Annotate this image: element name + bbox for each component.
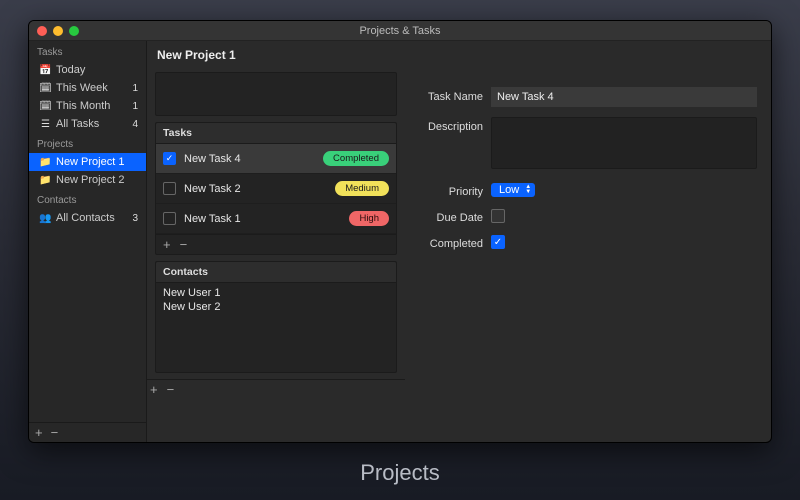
sidebar-item-icon: 👥: [39, 213, 52, 224]
task-row[interactable]: New Task 2Medium: [156, 174, 396, 204]
sidebar-item[interactable]: 📅 Today: [29, 61, 146, 79]
task-checkbox[interactable]: ✓: [163, 152, 176, 165]
task-name-label: Task Name: [413, 87, 491, 103]
sidebar-item-count: 3: [132, 213, 138, 224]
task-row[interactable]: New Task 1High: [156, 204, 396, 234]
contacts-panel: Contacts New User 1New User 2: [155, 261, 397, 373]
contact-row[interactable]: New User 2: [163, 300, 389, 314]
sidebar-item[interactable]: 🗓 This Week1: [29, 79, 146, 97]
project-title: New Project 1: [155, 48, 397, 66]
task-badge: Medium: [335, 181, 389, 196]
description-label: Description: [413, 117, 491, 133]
sidebar-item-icon: 🗓: [39, 83, 52, 94]
task-checkbox[interactable]: [163, 182, 176, 195]
due-date-label: Due Date: [413, 208, 491, 224]
sidebar-group-title: Contacts: [29, 189, 146, 209]
main-area: New Project 1 Tasks ✓New Task 4Completed…: [147, 41, 771, 442]
contact-row[interactable]: New User 1: [163, 286, 389, 300]
task-name: New Task 2: [184, 183, 335, 195]
sidebar-item-label: This Month: [56, 100, 132, 112]
sidebar-add-button[interactable]: +: [35, 426, 43, 439]
sidebar-remove-button[interactable]: −: [51, 426, 59, 439]
center-footer: + −: [147, 379, 405, 399]
sidebar-item-icon: 📅: [39, 65, 52, 76]
tasks-panel: Tasks ✓ New Task 4Completed New Task 2Medi…: [155, 122, 397, 255]
sidebar-group-title: Projects: [29, 133, 146, 153]
contacts-panel-title: Contacts: [156, 262, 396, 283]
sidebar-item[interactable]: 🗓 This Month1: [29, 97, 146, 115]
task-badge: High: [349, 211, 389, 226]
sidebar-item[interactable]: 📁 New Project 1: [29, 153, 146, 171]
sidebar-item-icon: 📁: [39, 157, 52, 168]
sidebar-item-label: All Contacts: [56, 212, 132, 224]
sidebar-footer: + −: [29, 422, 146, 442]
chevron-updown-icon: ▲▼: [525, 185, 531, 195]
due-date-checkbox[interactable]: [491, 209, 505, 223]
task-badge: Completed: [323, 151, 389, 166]
task-name-input[interactable]: [491, 87, 757, 107]
center-column: New Project 1 Tasks ✓ New Task 4Completed…: [147, 41, 405, 442]
task-name: New Task 4: [184, 153, 323, 165]
task-row[interactable]: ✓ New Task 4Completed: [156, 144, 396, 174]
sidebar-item-label: All Tasks: [56, 118, 132, 130]
sidebar-item[interactable]: 📁 New Project 2: [29, 171, 146, 189]
sidebar-item-icon: ☰: [39, 119, 52, 130]
sidebar-item-icon: 📁: [39, 175, 52, 186]
tasks-panel-footer: + −: [156, 234, 396, 254]
sidebar-item-count: 1: [132, 83, 138, 94]
sidebar-item-count: 4: [132, 119, 138, 130]
task-add-button[interactable]: +: [163, 238, 171, 251]
sidebar-group-title: Tasks: [29, 41, 146, 61]
sidebar-item[interactable]: 👥 All Contacts3: [29, 209, 146, 227]
priority-label: Priority: [413, 182, 491, 198]
description-input[interactable]: [491, 117, 757, 169]
priority-select[interactable]: Low ▲▼: [491, 183, 535, 197]
detail-column: Task Name Description Priority: [405, 41, 771, 442]
task-name: New Task 1: [184, 213, 349, 225]
sidebar-item[interactable]: ☰ All Tasks4: [29, 115, 146, 133]
completed-label: Completed: [413, 234, 491, 250]
titlebar: Projects & Tasks: [29, 21, 771, 41]
completed-checkbox[interactable]: ✓: [491, 235, 505, 249]
task-remove-button[interactable]: −: [180, 238, 188, 251]
priority-value: Low: [499, 184, 519, 196]
sidebar-item-label: Today: [56, 64, 138, 76]
sidebar-item-label: This Week: [56, 82, 132, 94]
contact-add-button[interactable]: +: [150, 383, 158, 396]
desktop-caption: Projects: [0, 460, 800, 486]
sidebar: Tasks 📅 Today 🗓 This Week1 🗓 This Month1 ☰ All T…: [29, 41, 147, 442]
project-description-well[interactable]: [155, 72, 397, 116]
contact-remove-button[interactable]: −: [167, 383, 175, 396]
task-checkbox[interactable]: [163, 212, 176, 225]
sidebar-item-icon: 🗓: [39, 101, 52, 112]
app-window: Projects & Tasks Tasks📅Today🗓This Week1🗓…: [28, 20, 772, 443]
sidebar-item-label: New Project 2: [56, 174, 138, 186]
tasks-panel-title: Tasks: [156, 123, 396, 144]
sidebar-item-count: 1: [132, 101, 138, 112]
window-title: Projects & Tasks: [29, 25, 771, 37]
sidebar-item-label: New Project 1: [56, 156, 138, 168]
